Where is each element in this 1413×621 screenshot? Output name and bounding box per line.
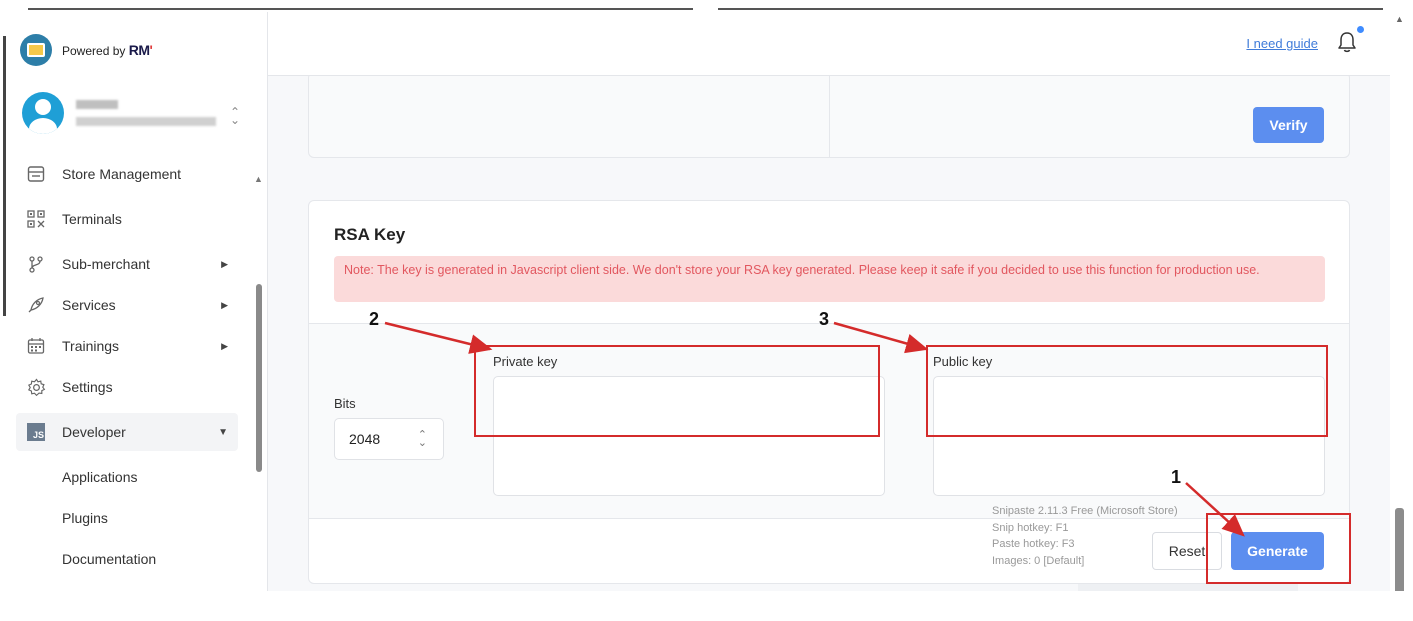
sidebar-subitem-documentation[interactable]: Documentation (62, 551, 156, 567)
sidebar-subitem-applications[interactable]: Applications (62, 469, 138, 485)
annotation-box-generate (1206, 513, 1351, 584)
top-edge-line (718, 8, 1383, 10)
avatar (22, 92, 64, 134)
rsa-key-title: RSA Key (334, 225, 406, 244)
sidebar-item-label: Settings (62, 379, 113, 395)
user-switch-chevron-icon[interactable]: ⌃ ⌄ (230, 106, 240, 126)
branch-icon (26, 254, 46, 274)
sidebar-item-developer[interactable]: JS Developer ▼ (16, 413, 238, 451)
user-info-redacted (76, 100, 216, 126)
nav-scroll-up-icon[interactable]: ▲ (254, 174, 263, 184)
app-window: Powered by RM' ⌃ ⌄ ▲ Store Management Ter… (0, 0, 1413, 621)
bits-value: 2048 (349, 431, 381, 447)
brand-block: Powered by RM' (20, 34, 153, 66)
rocket-icon (26, 295, 46, 315)
sidebar-item-sub-merchant[interactable]: Sub-merchant ▶ (16, 245, 238, 283)
select-chevron-icon: ⌃ ⌄ (417, 429, 427, 449)
sidebar-item-label: Terminals (62, 211, 122, 227)
sidebar-item-terminals[interactable]: Terminals (16, 200, 238, 238)
bits-select[interactable]: 2048 ⌃ ⌄ (334, 418, 444, 460)
verify-card: Verify (308, 76, 1350, 158)
sidebar: Powered by RM' ⌃ ⌄ ▲ Store Management Ter… (0, 12, 268, 591)
bits-label: Bits (334, 396, 356, 411)
window-edge (3, 36, 6, 316)
powered-by-label: Powered by (62, 44, 126, 58)
nav-scrollbar-thumb[interactable] (256, 284, 262, 472)
notification-bell-icon[interactable] (1336, 26, 1364, 54)
qr-code-icon (26, 209, 46, 229)
notification-badge (1357, 26, 1364, 33)
annotation-step-2: 2 (369, 309, 380, 329)
rm-logo-text: RM (128, 42, 150, 58)
store-icon (26, 164, 46, 184)
sidebar-item-settings[interactable]: Settings (16, 368, 238, 406)
store-logo-icon (20, 34, 52, 66)
scroll-up-icon[interactable]: ▲ (1395, 14, 1404, 24)
collapse-arrow-icon: ▼ (218, 426, 228, 438)
powered-by-text: Powered by RM' (62, 42, 153, 58)
expand-arrow-icon: ▶ (221, 340, 228, 351)
snipaste-line: Snipaste 2.11.3 Free (Microsoft Store) (992, 505, 1178, 517)
sidebar-item-label: Services (62, 297, 116, 313)
annotation-step-1: 1 (1171, 467, 1182, 487)
bottom-strip (1078, 584, 1298, 591)
page-scrollbar[interactable]: ▲ (1390, 12, 1413, 598)
page-scrollbar-thumb[interactable] (1395, 508, 1404, 598)
sidebar-item-label: Store Management (62, 166, 182, 182)
sidebar-item-label: Sub-merchant (62, 256, 150, 272)
guide-link[interactable]: I need guide (1246, 36, 1318, 51)
annotation-step-3: 3 (819, 309, 830, 329)
sidebar-item-label: Developer (62, 424, 126, 440)
bottom-whitespace (0, 591, 1413, 621)
verify-button[interactable]: Verify (1253, 107, 1324, 143)
sidebar-item-trainings[interactable]: Trainings ▶ (16, 327, 238, 365)
sidebar-subitem-plugins[interactable]: Plugins (62, 510, 108, 526)
gear-icon (26, 377, 46, 397)
sidebar-item-store-management[interactable]: Store Management (16, 155, 238, 193)
sidebar-item-label: Trainings (62, 338, 120, 354)
annotation-box-public-key (926, 345, 1328, 437)
column-divider (829, 76, 830, 157)
top-header: I need guide (268, 12, 1390, 76)
js-icon: JS (26, 422, 46, 442)
calendar-icon (26, 336, 46, 356)
sidebar-item-services[interactable]: Services ▶ (16, 286, 238, 324)
annotation-box-private-key (474, 345, 880, 437)
rm-logo: RM' (128, 42, 153, 58)
user-switcher[interactable] (22, 92, 216, 134)
expand-arrow-icon: ▶ (221, 258, 228, 269)
rsa-note-alert: Note: The key is generated in Javascript… (334, 256, 1325, 302)
expand-arrow-icon: ▶ (221, 299, 228, 310)
top-edge-line (28, 8, 693, 10)
